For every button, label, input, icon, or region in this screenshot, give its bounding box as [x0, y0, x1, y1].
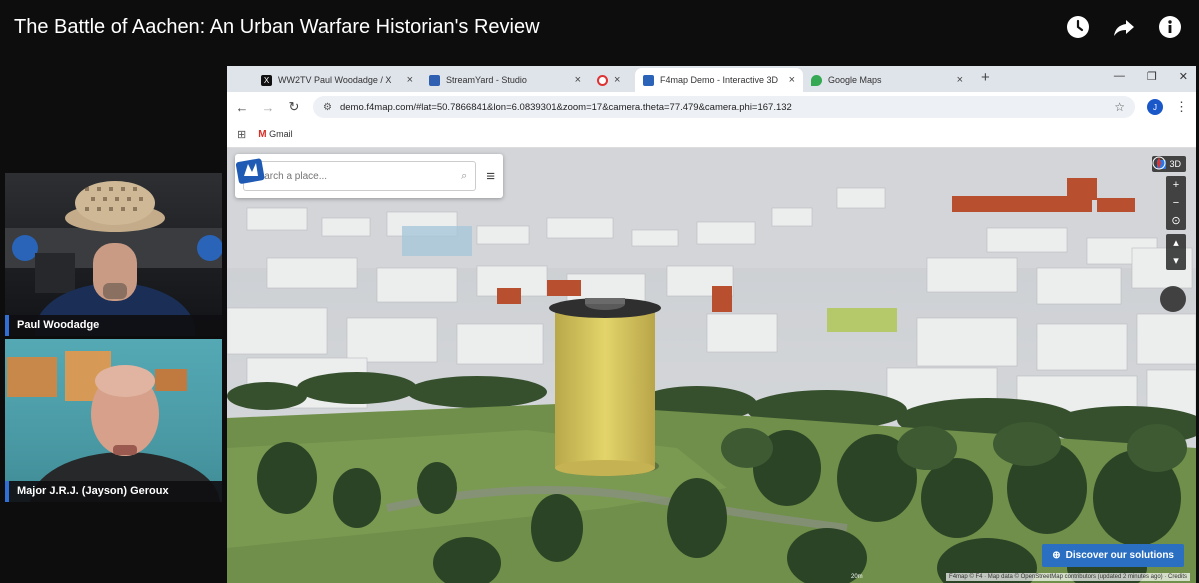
map-search-input[interactable]	[252, 170, 462, 182]
map-scale: 20m	[851, 574, 863, 580]
site-settings-icon[interactable]: ⚙	[323, 102, 332, 113]
tilt-controls: ▴ ▾	[1166, 234, 1186, 270]
tilt-down-icon[interactable]: ▾	[1166, 252, 1186, 270]
forward-icon[interactable]: →	[261, 100, 275, 115]
locate-icon[interactable]: ⊙	[1166, 212, 1186, 230]
x-logo-icon: X	[261, 74, 272, 86]
close-window-icon[interactable]: ✕	[1179, 70, 1188, 83]
tab-label: Google Maps	[828, 75, 882, 85]
close-tab-icon[interactable]: ×	[789, 74, 795, 86]
discover-icon: ⊕	[1052, 550, 1061, 561]
compass-icon[interactable]	[1152, 156, 1186, 312]
tab-google-maps[interactable]: Google Maps ×	[803, 68, 971, 92]
bookmark-gmail[interactable]: M Gmail	[258, 129, 292, 140]
bookmark-star-icon[interactable]: ☆	[1114, 100, 1125, 114]
webcam-video-feed	[5, 181, 222, 336]
zoom-controls: + − ⊙	[1166, 176, 1186, 230]
bookmarks-bar: ⊞ M Gmail	[227, 122, 1196, 148]
profile-avatar[interactable]: J	[1147, 99, 1163, 115]
zoom-out-button[interactable]: −	[1166, 194, 1186, 212]
back-icon[interactable]: ←	[235, 100, 249, 115]
webcam-jayson-geroux: Major J.R.J. (Jayson) Geroux	[5, 339, 222, 502]
f4map-icon	[643, 74, 654, 86]
zoom-in-button[interactable]: +	[1166, 176, 1186, 194]
close-tab-icon[interactable]: ×	[957, 74, 963, 86]
participant-name: Paul Woodadge	[5, 315, 222, 336]
map-search-panel: ⌕ ≡	[235, 154, 503, 198]
map-controls: 3D + − ⊙ ▴ ▾	[1152, 156, 1186, 312]
gmail-icon: M	[258, 129, 267, 140]
webcam-video-feed	[7, 351, 220, 502]
reload-icon[interactable]: ↻	[287, 99, 301, 115]
info-icon[interactable]	[1157, 14, 1183, 40]
close-tab-icon[interactable]: ×	[407, 74, 413, 86]
streamyard-icon	[429, 74, 440, 86]
tilt-up-icon[interactable]: ▴	[1166, 234, 1186, 252]
discover-label: Discover our solutions	[1065, 550, 1174, 561]
tab-f4map[interactable]: F4map Demo - Interactive 3D ×	[635, 68, 803, 92]
apps-grid-icon[interactable]: ⊞	[237, 128, 246, 141]
address-bar[interactable]: ⚙ demo.f4map.com/#lat=50.7866841&lon=6.0…	[313, 96, 1135, 118]
browser-menu-icon[interactable]: ⋮	[1175, 99, 1188, 115]
minimize-icon[interactable]: —	[1114, 70, 1125, 83]
recording-icon	[597, 74, 608, 86]
discover-solutions-button[interactable]: ⊕ Discover our solutions	[1042, 544, 1184, 567]
f4map-logo-icon[interactable]	[235, 154, 267, 186]
tab-x[interactable]: X WW2TV Paul Woodadge / X ×	[253, 68, 421, 92]
menu-icon[interactable]: ≡	[486, 168, 495, 185]
participant-name: Major J.R.J. (Jayson) Geroux	[5, 481, 222, 502]
tab-label: F4map Demo - Interactive 3D	[660, 75, 779, 85]
tab-recording[interactable]: ×	[589, 68, 635, 92]
watch-later-icon[interactable]	[1065, 14, 1091, 40]
share-icon[interactable]	[1111, 14, 1137, 40]
tab-streamyard[interactable]: StreamYard - Studio ×	[421, 68, 589, 92]
window-controls: — ❐ ✕	[1114, 70, 1188, 83]
tab-label: WW2TV Paul Woodadge / X	[278, 75, 392, 85]
browser-window: X WW2TV Paul Woodadge / X × StreamYard -…	[227, 66, 1196, 583]
map-3d-scene	[227, 148, 1196, 583]
close-tab-icon[interactable]: ×	[575, 74, 581, 86]
video-title: The Battle of Aachen: An Urban Warfare H…	[14, 16, 540, 38]
new-tab-button[interactable]: +	[971, 69, 1000, 89]
map-viewport[interactable]: ⌕ ≡ 3D + − ⊙ ▴ ▾ ⊕ Discover our	[227, 148, 1196, 583]
toggle-3d-label: 3D	[1169, 159, 1181, 169]
search-icon[interactable]: ⌕	[461, 170, 467, 183]
bookmark-label: Gmail	[269, 129, 293, 139]
browser-toolbar: ← → ↻ ⚙ demo.f4map.com/#lat=50.7866841&l…	[227, 92, 1196, 122]
webcam-paul-woodadge: Paul Woodadge	[5, 173, 222, 336]
tab-label: StreamYard - Studio	[446, 75, 527, 85]
video-actions	[1065, 14, 1183, 40]
map-search-field[interactable]: ⌕	[243, 161, 477, 191]
map-attribution[interactable]: F4map © F4 · Map data © OpenStreetMap co…	[946, 573, 1190, 581]
close-tab-icon[interactable]: ×	[614, 74, 620, 86]
url-text[interactable]: demo.f4map.com/#lat=50.7866841&lon=6.083…	[340, 102, 1106, 113]
restore-icon[interactable]: ❐	[1147, 70, 1157, 83]
google-maps-icon	[811, 74, 822, 86]
tab-strip: X WW2TV Paul Woodadge / X × StreamYard -…	[227, 66, 1196, 92]
